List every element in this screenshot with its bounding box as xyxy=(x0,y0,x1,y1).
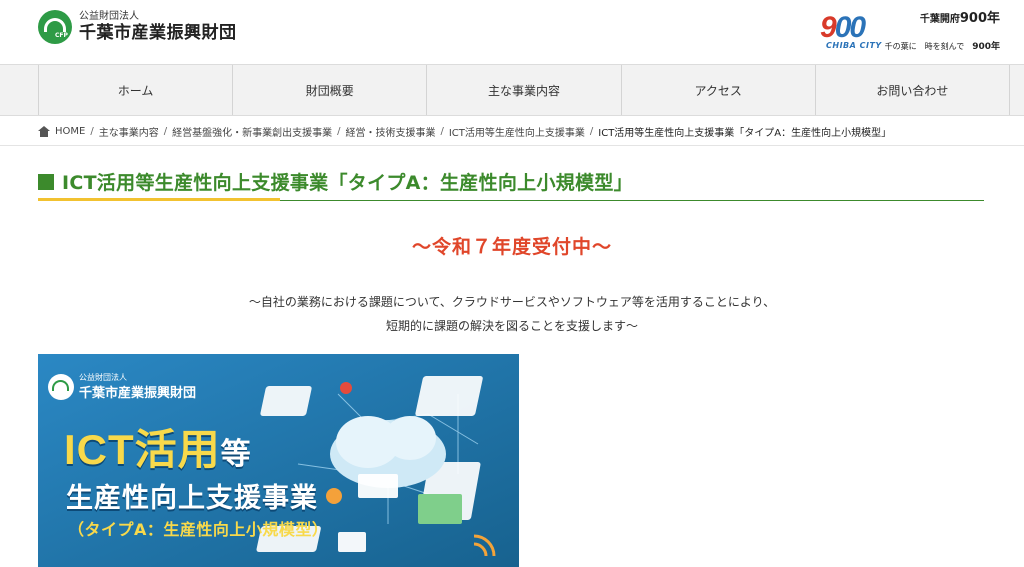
chiba-900th-anniversary-logo[interactable]: 900 CHIBA CITY 千葉開府900年 千の葉に 時を刻んで 900年 xyxy=(820,7,1000,57)
anniversary-slogan: 千の葉に 時を刻んで 900年 xyxy=(884,42,1000,52)
page-title-text: ICT活用等生産性向上支援事業「タイプA：生産性向上小規模型」 xyxy=(62,172,633,194)
site-header: CFP 公益財団法人 千葉市産業振興財団 900 CHIBA CITY 千葉開府… xyxy=(0,0,1024,64)
banner-logo-title: 千葉市産業振興財団 xyxy=(79,386,197,401)
logo-subtitle: 公益財団法人 xyxy=(79,11,139,22)
title-accent-bar xyxy=(38,198,280,201)
page-title-block: ICT活用等生産性向上支援事業「タイプA：生産性向上小規模型」 xyxy=(38,168,984,204)
banner-logo: 公益財団法人 千葉市産業振興財団 xyxy=(48,374,196,400)
nav-item-access[interactable]: アクセス xyxy=(622,65,816,115)
description-line-1: ～自社の業務における課題について、クラウドサービスやソフトウェア等を活用すること… xyxy=(248,295,776,309)
site-logo[interactable]: CFP 公益財団法人 千葉市産業振興財団 xyxy=(38,10,237,44)
breadcrumb-ict[interactable]: ICT活用等生産性向上支援事業 xyxy=(449,124,585,139)
breadcrumb-separator: / xyxy=(589,125,594,137)
page-title: ICT活用等生産性向上支援事業「タイプA：生産性向上小規模型」 xyxy=(38,168,984,195)
breadcrumb-separator: / xyxy=(337,125,341,137)
breadcrumb-home[interactable]: HOME xyxy=(55,126,85,137)
breadcrumb-management-tech[interactable]: 経営・技術支援事業 xyxy=(345,124,435,139)
breadcrumb-separator: / xyxy=(90,125,94,137)
breadcrumb-services[interactable]: 主な事業内容 xyxy=(99,124,159,139)
banner-title-program: 生産性向上支援事業 xyxy=(66,483,318,514)
page-description: ～自社の業務における課題について、クラウドサービスやソフトウェア等を活用すること… xyxy=(0,290,1024,338)
banner-title-type: （タイプA：生産性向上小規模型） xyxy=(68,520,329,539)
nav-item-home[interactable]: ホーム xyxy=(39,65,234,115)
program-banner-image[interactable]: 公益財団法人 千葉市産業振興財団 ICT活用等 生産性向上支援事業 （タイプA：… xyxy=(38,354,519,567)
title-square-icon xyxy=(38,173,54,190)
breadcrumb-divider xyxy=(0,145,1024,146)
foundation-logo-icon: CFP xyxy=(38,10,72,44)
nav-item-services[interactable]: 主な事業内容 xyxy=(427,65,622,115)
breadcrumb-management-base[interactable]: 経営基盤強化・新事業創出支援事業 xyxy=(172,124,332,139)
logo-title: 千葉市産業振興財団 xyxy=(79,23,237,43)
global-nav: ホーム 財団概要 主な事業内容 アクセス お問い合わせ xyxy=(0,64,1024,116)
banner-title-ict: ICT活用等 xyxy=(64,426,252,473)
breadcrumb-separator: / xyxy=(440,125,444,137)
breadcrumb-separator: / xyxy=(163,125,168,137)
breadcrumb-current: ICT活用等生産性向上支援事業「タイプA：生産性向上小規模型」 xyxy=(598,127,892,139)
anniversary-number: 900 xyxy=(820,11,866,44)
banner-foundation-logo-icon xyxy=(48,374,74,400)
nav-item-about[interactable]: 財団概要 xyxy=(233,65,428,115)
reception-notice: ～令和７年度受付中～ xyxy=(411,236,612,258)
banner-logo-subtitle: 公益財団法人 xyxy=(79,373,127,382)
breadcrumb: HOME / 主な事業内容 / 経営基盤強化・新事業創出支援事業 / 経営・技術… xyxy=(38,122,1018,140)
description-line-2: 短期的に課題の解決を図ることを支援します～ xyxy=(385,319,638,333)
anniversary-title: 千葉開府900年 xyxy=(919,11,1000,26)
nav-item-contact[interactable]: お問い合わせ xyxy=(816,65,1011,115)
anniversary-city: CHIBA CITY xyxy=(826,41,882,50)
home-icon xyxy=(38,125,50,137)
